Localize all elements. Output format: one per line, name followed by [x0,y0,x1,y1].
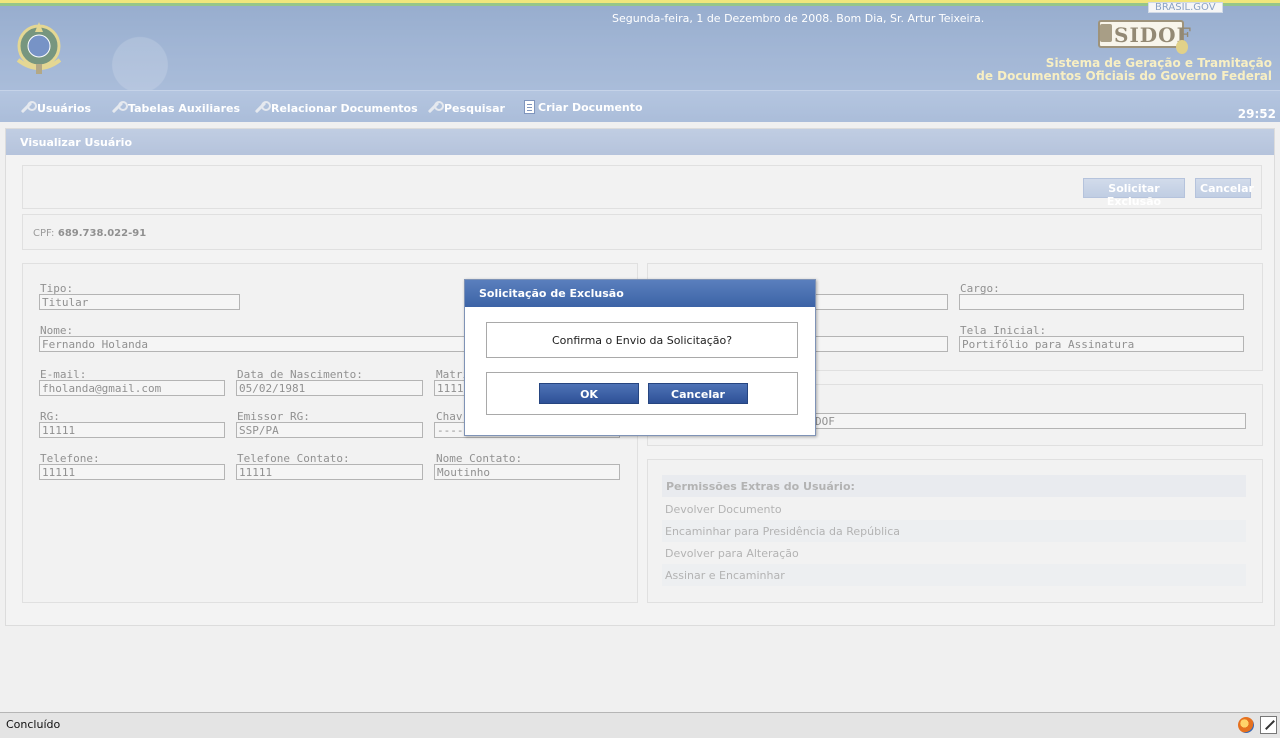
ok-button[interactable]: OK [539,383,639,404]
firefox-icon[interactable] [1238,717,1254,733]
rg-field: 11111 [39,422,225,438]
actions-panel: Solicitar Exclusão Cancelar [22,165,1262,209]
wrench-icon [18,100,37,116]
edit-icon[interactable] [1260,716,1277,734]
browser-status-bar: Concluído [0,712,1280,738]
menu-item-label: Tabelas Auxiliares [128,101,241,115]
cpf-panel: CPF: 689.738.022-91 [22,214,1262,250]
contact-phone-field: 11111 [236,464,423,480]
menu-item-usuarios[interactable]: Usuários [18,100,91,116]
header-watermark [70,6,210,90]
page-title: Visualizar Usuário [6,129,1274,155]
brasil-gov-link[interactable]: BRASIL.GOV [1148,2,1223,13]
session-timer: 29:52 [1237,107,1276,121]
cargo-field [959,294,1244,310]
permissions-title: Permissões Extras do Usuário: [662,475,1246,497]
permission-item: Devolver para Alteração [665,547,799,560]
cpf-value: 689.738.022-91 [57,228,147,239]
greeting-text: Segunda-feira, 1 de Dezembro de 2008. Bo… [612,12,985,25]
document-icon [524,100,535,114]
cpf-label: CPF: [33,228,55,239]
home-screen-field: Portifólio para Assinatura [959,336,1244,352]
dialog-cancel-button[interactable]: Cancelar [648,383,748,404]
dialog-button-area: OK Cancelar [486,372,798,415]
birthdate-field: 05/02/1981 [236,380,423,396]
rg-issuer-field: SSP/PA [236,422,423,438]
wrench-icon [109,100,128,116]
delete-request-dialog: Solicitação de Exclusão Confirma o Envio… [464,279,816,436]
menu-item-label: Criar Documento [538,100,643,114]
menu-item-label: Relacionar Documentos [271,101,418,115]
menu-item-criar-documento[interactable]: Criar Documento [524,100,643,114]
coat-of-arms-icon [16,22,62,74]
dialog-message: Confirma o Envio da Solicitação? [486,322,798,358]
tipo-field: Titular [39,294,240,310]
menu-item-tabelas-auxiliares[interactable]: Tabelas Auxiliares [109,100,240,116]
dialog-title: Solicitação de Exclusão [465,280,815,307]
app-header: Segunda-feira, 1 de Dezembro de 2008. Bo… [0,0,1280,90]
menu-item-label: Pesquisar [444,101,505,115]
cancel-button[interactable]: Cancelar [1195,178,1254,198]
wrench-icon [425,100,444,116]
permission-item: Encaminhar para Presidência da República [662,520,1246,542]
request-delete-button[interactable]: Solicitar Exclusão [1083,178,1185,208]
system-name: Sistema de Geração e Tramitação de Docum… [976,56,1272,83]
permission-item: Devolver Documento [665,503,782,516]
menu-item-relacionar-documentos[interactable]: Relacionar Documentos [252,100,418,116]
main-menu: Usuários Tabelas Auxiliares Relacionar D… [0,90,1280,122]
status-text: Concluído [6,718,61,731]
phone-field: 11111 [39,464,225,480]
sidof-logo: SIDOF [1098,18,1191,56]
wrench-icon [252,100,271,116]
menu-item-label: Usuários [37,101,92,115]
menu-item-pesquisar[interactable]: Pesquisar [425,100,505,116]
contact-name-field: Moutinho [434,464,620,480]
email-field: fholanda@gmail.com [39,380,225,396]
permission-item: Assinar e Encaminhar [662,564,1246,586]
